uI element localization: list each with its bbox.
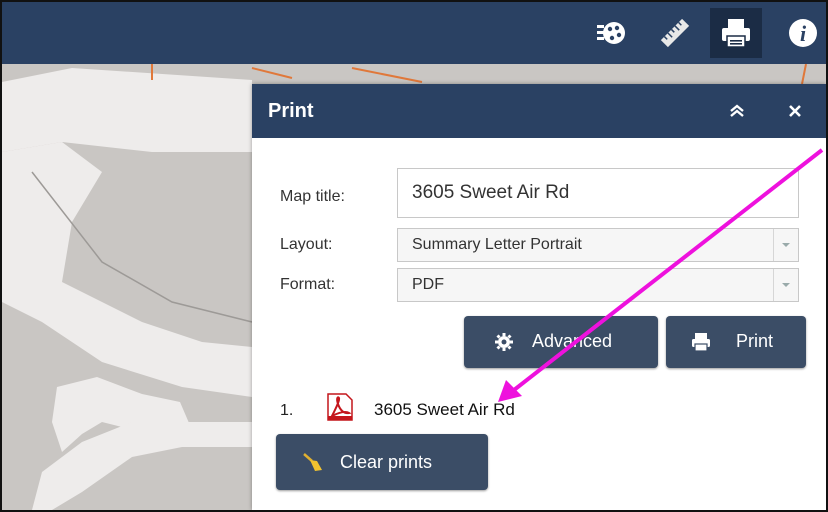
measure-tool-button[interactable] (652, 8, 698, 58)
printer-icon (722, 19, 750, 48)
basemap-tool-button[interactable] (588, 8, 634, 58)
layout-value: Summary Letter Portrait (412, 236, 582, 253)
format-select[interactable]: PDF (397, 268, 799, 302)
advanced-label: Advanced (532, 331, 613, 351)
top-toolbar: i (2, 2, 826, 64)
measure-ruler-icon (660, 18, 690, 48)
panel-title: Print (268, 100, 314, 122)
svg-text:i: i (800, 21, 807, 46)
broom-icon (303, 453, 322, 471)
layout-select[interactable]: Summary Letter Portrait (397, 228, 799, 262)
advanced-button[interactable]: Advanced (464, 316, 658, 368)
print-panel: Print Map title: 3605 Sweet Air Rd Layou… (252, 84, 826, 510)
printer-icon (692, 333, 710, 352)
map-title-input[interactable]: 3605 Sweet Air Rd (397, 168, 799, 218)
collapse-button[interactable] (722, 96, 752, 126)
print-button[interactable]: Print (666, 316, 806, 368)
app-window: i Print Map title: 3605 Sweet Air Rd Lay (0, 0, 828, 512)
double-chevron-up-icon (730, 104, 744, 117)
close-button[interactable] (780, 96, 810, 126)
print-label: Print (736, 331, 774, 351)
basemap-icon (597, 22, 625, 44)
format-value: PDF (412, 276, 444, 293)
info-tool-button[interactable]: i (780, 8, 826, 58)
format-label: Format: (280, 276, 336, 293)
clear-prints-button[interactable]: Clear prints (276, 434, 488, 490)
print-tool-button[interactable] (710, 8, 762, 58)
gear-icon (495, 333, 513, 351)
print-result-link[interactable]: 3605 Sweet Air Rd (374, 400, 515, 420)
map-title-label: Map title: (280, 188, 345, 205)
chevron-down-icon (782, 283, 790, 287)
pdf-icon (327, 393, 353, 421)
format-dropdown-arrow[interactable] (773, 269, 798, 301)
map-title-value: 3605 Sweet Air Rd (412, 182, 570, 203)
result-number: 1. (280, 402, 294, 419)
clear-prints-label: Clear prints (340, 452, 433, 472)
map-road-area (2, 68, 252, 152)
close-icon (789, 105, 801, 117)
info-icon: i (789, 19, 817, 47)
print-panel-header: Print (252, 84, 826, 138)
chevron-down-icon (782, 243, 790, 247)
layout-label: Layout: (280, 236, 333, 253)
layout-dropdown-arrow[interactable] (773, 229, 798, 261)
